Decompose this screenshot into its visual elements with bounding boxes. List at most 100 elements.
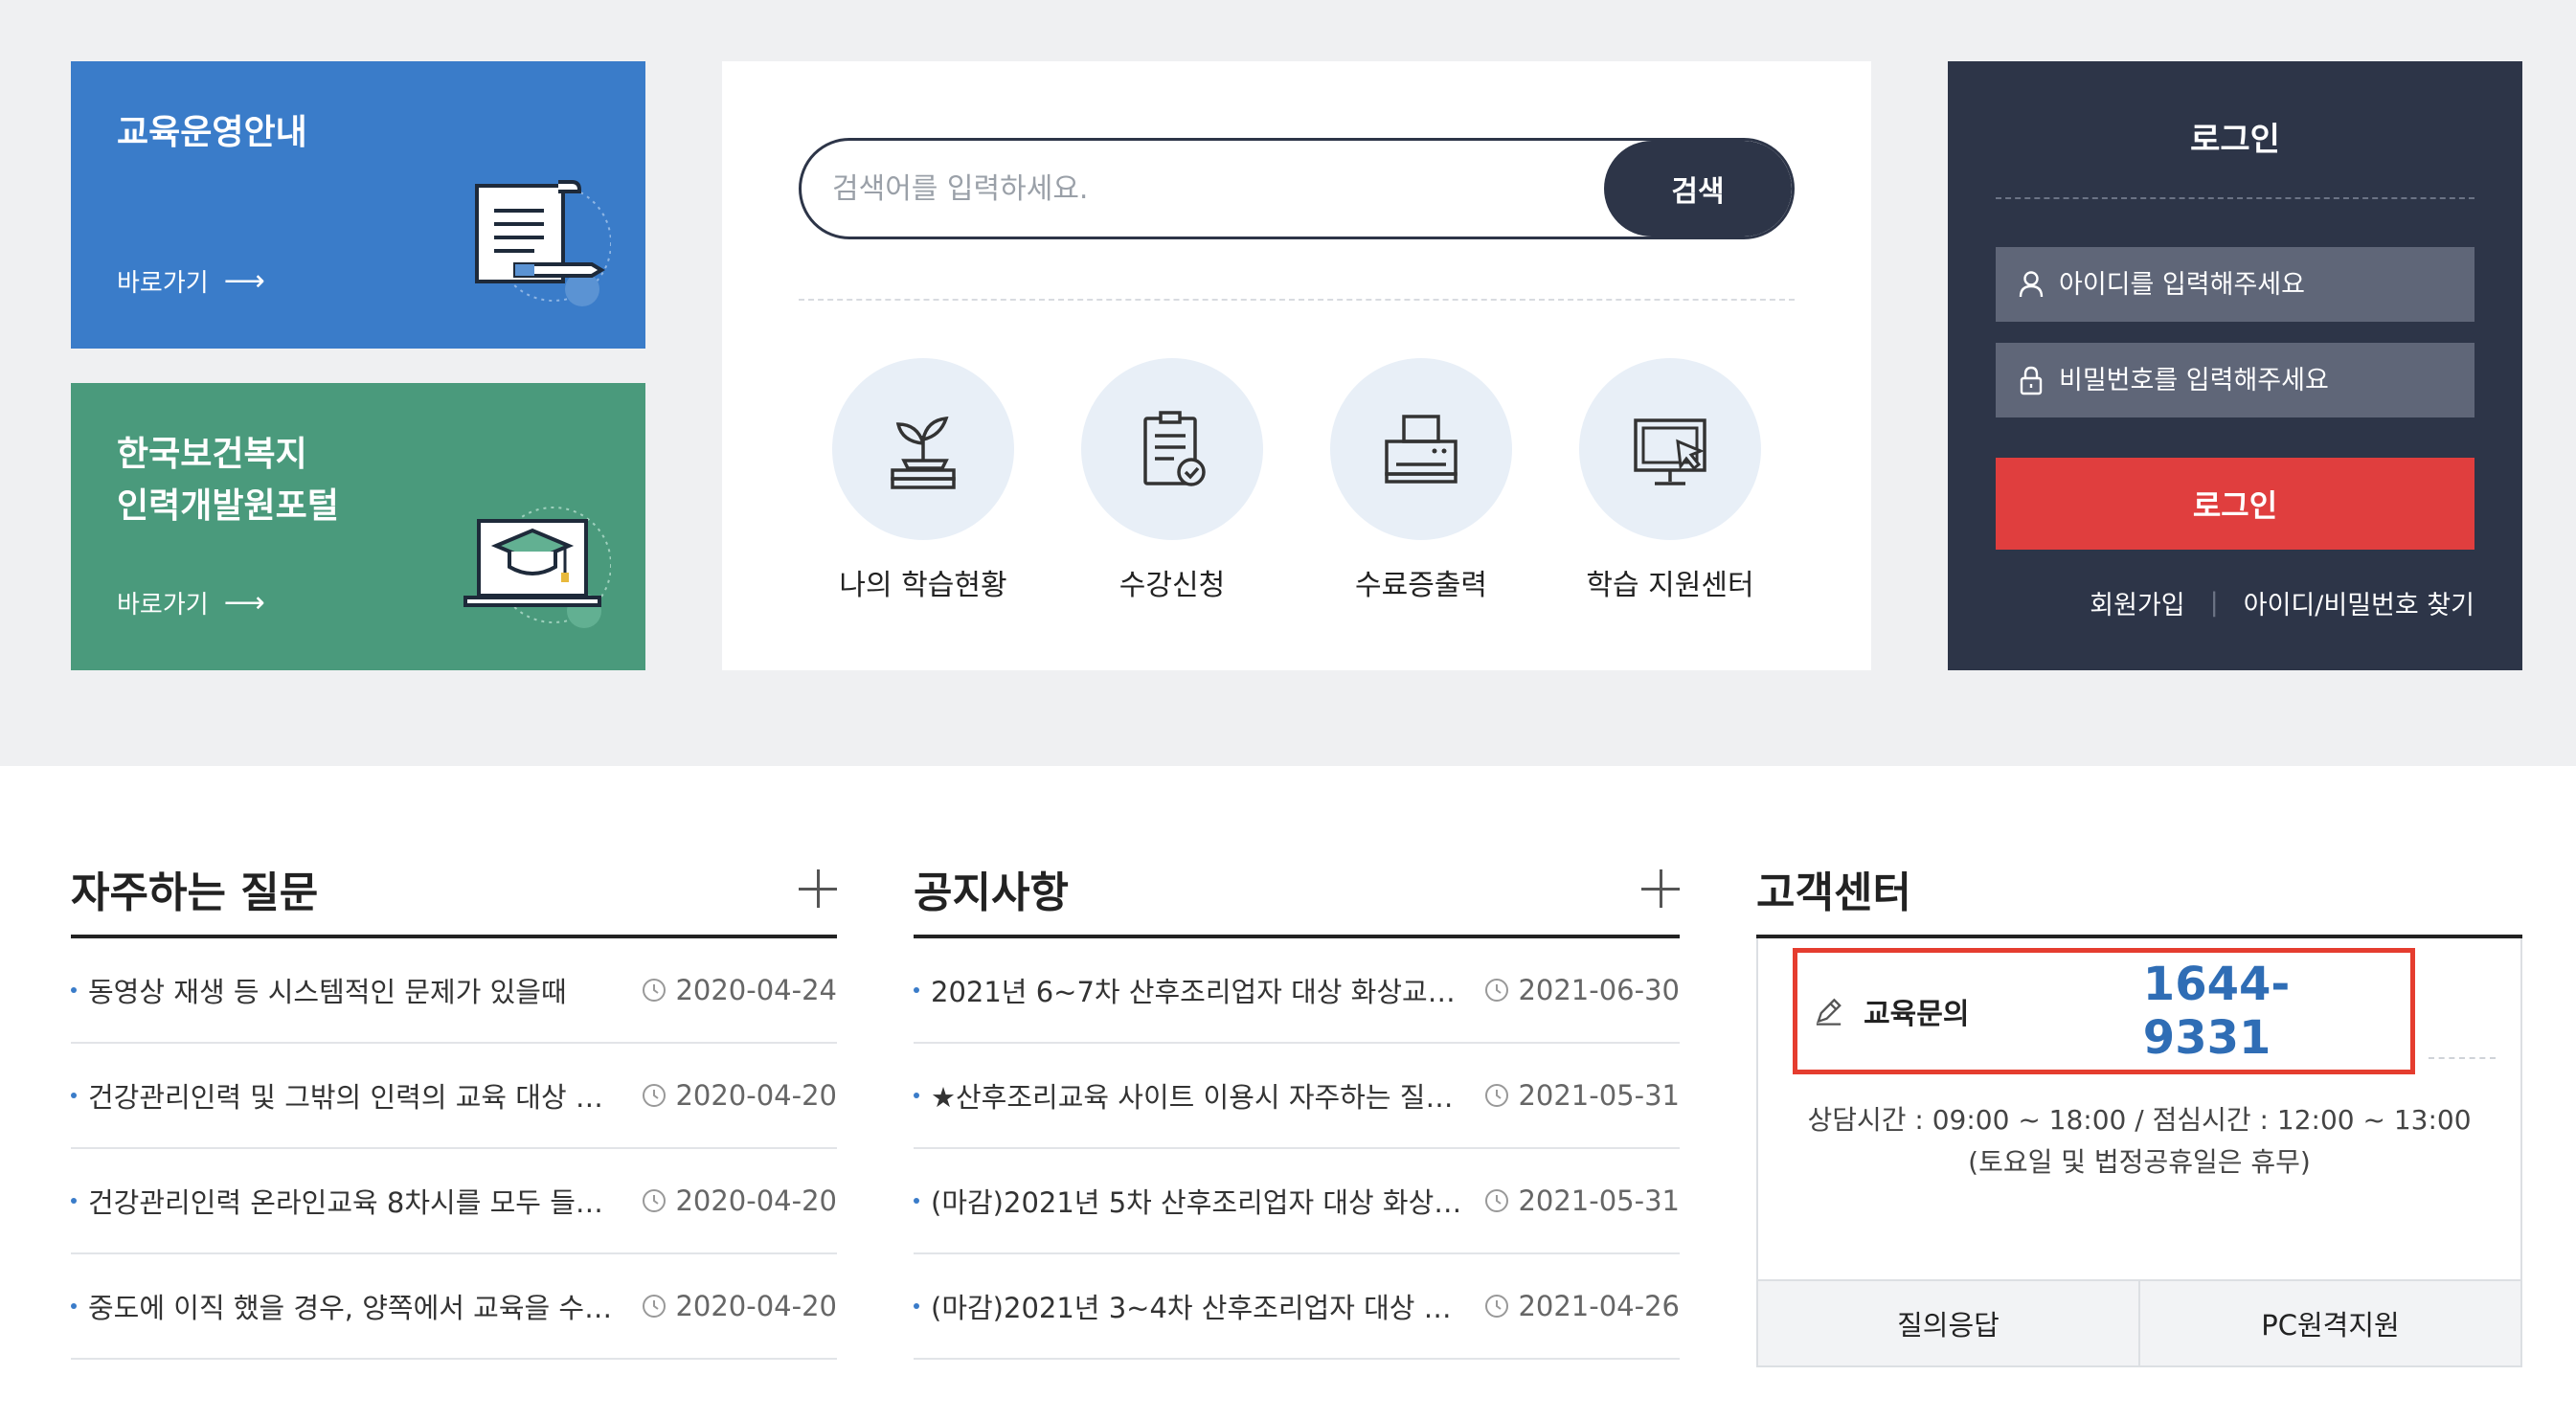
shortcut-label: 바로가기 [117, 591, 209, 620]
id-field-wrapper [1996, 247, 2474, 322]
item-date-wrap: 2021-05-31 [1483, 1184, 1680, 1217]
clock-icon [1485, 1295, 1509, 1318]
printer-icon [1385, 415, 1457, 484]
item-date-wrap: 2021-04-26 [1483, 1290, 1680, 1322]
board-header: 자주하는 질문 [71, 843, 837, 938]
item-date: 2020-04-20 [675, 1079, 837, 1112]
board-title: 공지사항 [914, 868, 1069, 917]
quick-item-learning-support[interactable]: 학습 지원센터 [1546, 358, 1795, 603]
id-input[interactable] [2059, 269, 2474, 300]
quick-label: 나의 학습현황 [839, 569, 1007, 602]
item-subject: ★산후조리교육 사이트 이용시 자주하는 질문★ [931, 1081, 1471, 1114]
quick-item-certificate-print[interactable]: 수료증출력 [1297, 358, 1546, 603]
list-item[interactable]: 2021년 6~7차 산후조리업자 대상 화상교육 안내 2021-06-30 [914, 938, 1680, 1044]
item-subject: 건강관리인력 및 그밖의 인력의 교육 대상 범위는 어떻게 되나요? [88, 1081, 627, 1114]
item-subject: 건강관리인력 온라인교육 8차시를 모두 들었는데 수료가 안돼요 [88, 1186, 627, 1219]
item-date-wrap: 2021-06-30 [1483, 974, 1680, 1006]
board-header: 고객센터 [1756, 843, 2522, 938]
bullet-icon [71, 1093, 77, 1098]
list-item[interactable]: (마감)2021년 5차 산후조리업자 대상 화상교육 안내 2021-05-3… [914, 1149, 1680, 1254]
item-subject: (마감)2021년 5차 산후조리업자 대상 화상교육 안내 [931, 1186, 1470, 1219]
customer-center-box: 교육문의 1644-9331 상담시간 : 09:00 ~ 18:00 / 점심… [1756, 938, 2522, 1367]
customer-center: 고객센터 교육문의 1644-9331 상담시간 : 09:00 ~ 18:00… [1756, 843, 2522, 1367]
item-date-wrap: 2021-05-31 [1483, 1079, 1680, 1112]
item-date-wrap: 2020-04-20 [641, 1079, 837, 1112]
qa-button[interactable]: 질의응답 [1758, 1281, 2138, 1365]
clock-icon [643, 1295, 667, 1318]
item-date: 2021-05-31 [1518, 1184, 1680, 1217]
divider [2429, 1057, 2496, 1059]
quick-icon-circle [1330, 358, 1512, 540]
customer-center-buttons: 질의응답 PC원격지원 [1758, 1279, 2520, 1365]
password-field-wrapper [1996, 343, 2474, 417]
list-item[interactable]: 동영상 재생 등 시스템적인 문제가 있을때 2020-04-24 [71, 938, 837, 1044]
login-button[interactable]: 로그인 [1996, 458, 2474, 550]
clock-icon [1485, 979, 1509, 1002]
banner-shortcut-link[interactable]: 바로가기 ⟶ [117, 585, 265, 620]
lock-icon [2020, 366, 2043, 395]
list-item[interactable]: 중도에 이직 했을 경우, 양쪽에서 교육을 수료해야 하나요? 2020-04… [71, 1254, 837, 1360]
quick-item-my-learning[interactable]: 나의 학습현황 [799, 358, 1048, 603]
signup-link[interactable]: 회원가입 [2090, 584, 2184, 621]
search-input[interactable] [802, 141, 1604, 237]
item-subject: 중도에 이직 했을 경우, 양쪽에서 교육을 수료해야 하나요? [88, 1292, 627, 1324]
banner-title: 한국보건복지 인력개발원포털 [117, 429, 339, 532]
bullet-icon [71, 1198, 77, 1204]
hours-line1: 상담시간 : 09:00 ~ 18:00 / 점심시간 : 12:00 ~ 13… [1807, 1104, 2472, 1136]
find-account-link[interactable]: 아이디/비밀번호 찾기 [2244, 584, 2474, 621]
banner-title-line2: 인력개발원포털 [117, 486, 339, 526]
password-input[interactable] [2059, 365, 2474, 395]
user-icon [2019, 271, 2044, 298]
list-item[interactable]: (마감)2021년 3~4차 산후조리업자 대상 화상교육 안내 2021-04… [914, 1254, 1680, 1360]
bullet-icon [914, 1093, 919, 1098]
search-button[interactable]: 검색 [1604, 141, 1792, 237]
bullet-icon [914, 1303, 919, 1309]
list-item[interactable]: ★산후조리교육 사이트 이용시 자주하는 질문★ 2021-05-31 [914, 1044, 1680, 1149]
graduation-laptop-icon [463, 507, 611, 628]
board-header: 공지사항 [914, 843, 1680, 938]
remote-support-button[interactable]: PC원격지원 [2138, 1281, 2520, 1365]
link-separator: | [2209, 588, 2219, 618]
banner-title: 교육운영안내 [117, 113, 307, 152]
arrow-right-icon: ⟶ [223, 586, 265, 620]
arrow-right-icon: ⟶ [223, 264, 265, 298]
clipboard-check-icon [1143, 411, 1206, 486]
login-title: 로그인 [2190, 121, 2280, 159]
bullet-icon [914, 987, 919, 993]
inquiry-phone-highlight: 교육문의 1644-9331 [1793, 948, 2415, 1074]
quick-item-course-apply[interactable]: 수강신청 [1048, 358, 1297, 603]
consultation-hours: 상담시간 : 09:00 ~ 18:00 / 점심시간 : 12:00 ~ 13… [1758, 1099, 2520, 1184]
plus-icon[interactable] [1641, 869, 1680, 908]
item-date-wrap: 2020-04-20 [641, 1184, 837, 1217]
list-item[interactable]: 건강관리인력 및 그밖의 인력의 교육 대상 범위는 어떻게 되나요? 2020… [71, 1044, 837, 1149]
hours-line2: (토요일 및 법정공휴일은 휴무) [1968, 1146, 2311, 1178]
search-quick-panel: 검색 나의 학습현황 [722, 61, 1871, 670]
quick-label: 수강신청 [1119, 569, 1226, 602]
bullet-icon [71, 987, 77, 993]
clock-icon [1485, 1189, 1509, 1212]
clock-icon [643, 1084, 667, 1107]
clock-icon [1485, 1084, 1509, 1107]
divider [799, 299, 1795, 301]
login-panel: 로그인 로그인 회원가입 | 아이디/비밀번호 찾기 [1948, 61, 2522, 670]
clock-icon [643, 1189, 667, 1212]
bullet-icon [914, 1198, 919, 1204]
shortcut-label: 바로가기 [117, 269, 209, 298]
login-links: 회원가입 | 아이디/비밀번호 찾기 [2090, 584, 2474, 621]
plus-icon[interactable] [799, 869, 837, 908]
item-subject: 2021년 6~7차 산후조리업자 대상 화상교육 안내 [931, 976, 1471, 1008]
item-date: 2020-04-24 [675, 974, 837, 1006]
list-item[interactable]: 건강관리인력 온라인교육 8차시를 모두 들었는데 수료가 안돼요 2020-0… [71, 1149, 837, 1254]
faq-board: 자주하는 질문 동영상 재생 등 시스템적인 문제가 있을때 2020-04-2… [71, 843, 837, 1360]
portal-banner[interactable]: 한국보건복지 인력개발원포털 바로가기 ⟶ [71, 383, 645, 670]
board-title: 자주하는 질문 [71, 868, 319, 917]
divider [1996, 197, 2474, 199]
education-guide-banner[interactable]: 교육운영안내 바로가기 ⟶ [71, 61, 645, 349]
banner-shortcut-link[interactable]: 바로가기 ⟶ [117, 263, 265, 299]
pencil-icon [1816, 998, 1842, 1026]
clock-icon [643, 979, 667, 1002]
monitor-cursor-icon [1634, 418, 1706, 485]
item-date-wrap: 2020-04-20 [641, 1290, 837, 1322]
item-date: 2021-05-31 [1518, 1079, 1680, 1112]
quick-menu: 나의 학습현황 수강신청 수료증출력 학습 지원센터 [799, 358, 1795, 603]
